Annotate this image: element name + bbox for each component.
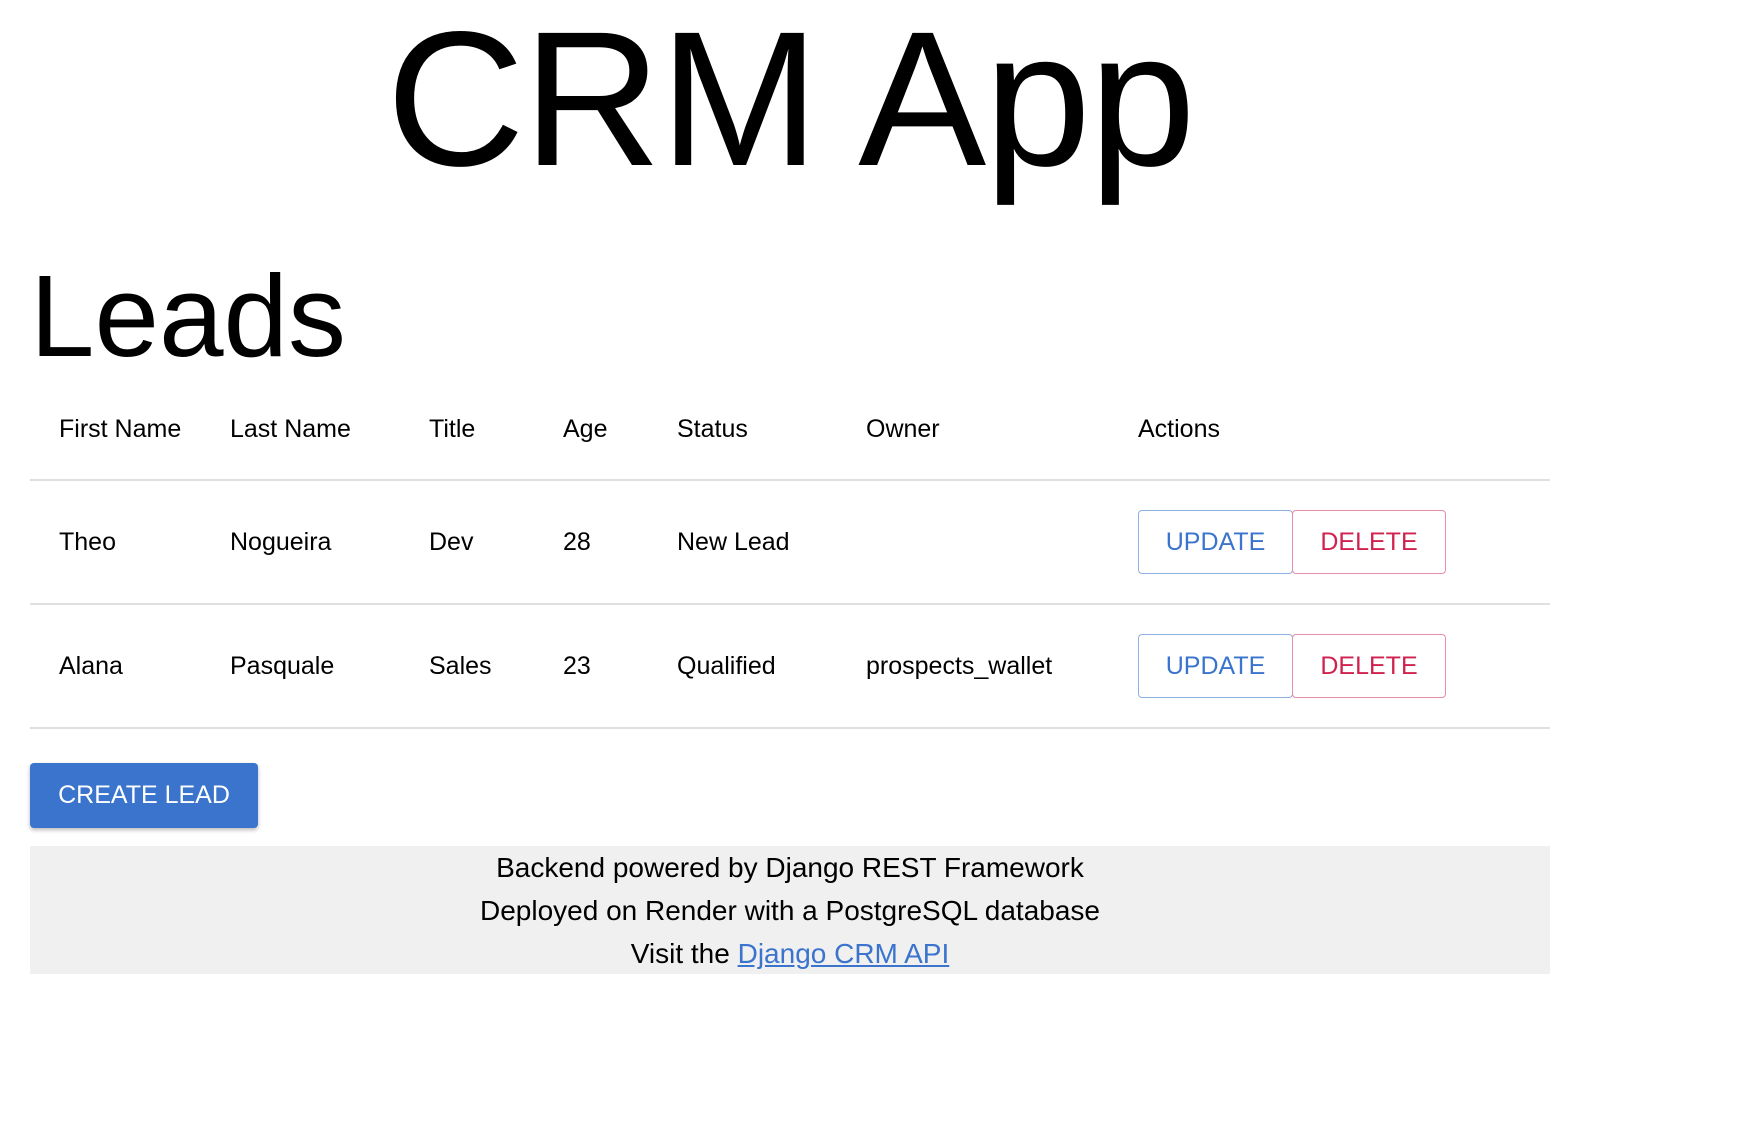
column-header-last-name: Last Name xyxy=(230,380,429,481)
column-header-title: Title xyxy=(429,380,563,481)
update-button[interactable]: UPDATE xyxy=(1138,510,1293,574)
cell-first-name: Alana xyxy=(30,604,230,729)
app-title: CRM App xyxy=(386,0,1196,206)
cell-title: Sales xyxy=(429,604,563,729)
footer-visit-line: Visit the Django CRM API xyxy=(30,932,1550,975)
cell-first-name: Theo xyxy=(30,480,230,605)
django-crm-api-link[interactable]: Django CRM API xyxy=(738,938,950,969)
cell-status: New Lead xyxy=(677,480,866,605)
cell-actions: UPDATE DELETE xyxy=(1138,604,1550,729)
column-header-first-name: First Name xyxy=(30,380,230,481)
cell-title: Dev xyxy=(429,480,563,605)
cell-owner: prospects_wallet xyxy=(866,604,1138,729)
footer: Backend powered by Django REST Framework… xyxy=(30,846,1550,974)
cell-owner xyxy=(866,480,1138,605)
delete-button[interactable]: DELETE xyxy=(1292,510,1446,574)
column-header-owner: Owner xyxy=(866,380,1138,481)
column-header-age: Age xyxy=(563,380,677,481)
footer-deploy-text: Deployed on Render with a PostgreSQL dat… xyxy=(479,895,1101,926)
footer-backend-text: Backend powered by Django REST Framework xyxy=(496,852,1084,883)
cell-status: Qualified xyxy=(677,604,866,729)
table-row: Theo Nogueira Dev 28 New Lead UPDATE DELE… xyxy=(30,480,1550,605)
column-header-actions: Actions xyxy=(1138,380,1550,481)
leads-heading: Leads xyxy=(30,251,347,381)
footer-visit-text: Visit the xyxy=(630,938,738,969)
column-header-status: Status xyxy=(677,380,866,481)
update-button[interactable]: UPDATE xyxy=(1138,634,1293,698)
cell-age: 23 xyxy=(563,604,677,729)
cell-actions: UPDATE DELETE xyxy=(1138,480,1550,605)
page: CRM App Leads First Name Last Name Title… xyxy=(0,0,1758,1128)
table-row: Alana Pasquale Sales 23 Qualified prospe… xyxy=(30,604,1550,729)
cell-last-name: Nogueira xyxy=(230,480,429,605)
leads-table: First Name Last Name Title Age Status Ow… xyxy=(30,380,1550,729)
cell-age: 28 xyxy=(563,480,677,605)
create-lead-button[interactable]: CREATE LEAD xyxy=(30,763,258,828)
cell-last-name: Pasquale xyxy=(230,604,429,729)
table-header-row: First Name Last Name Title Age Status Ow… xyxy=(30,380,1550,481)
delete-button[interactable]: DELETE xyxy=(1292,634,1446,698)
